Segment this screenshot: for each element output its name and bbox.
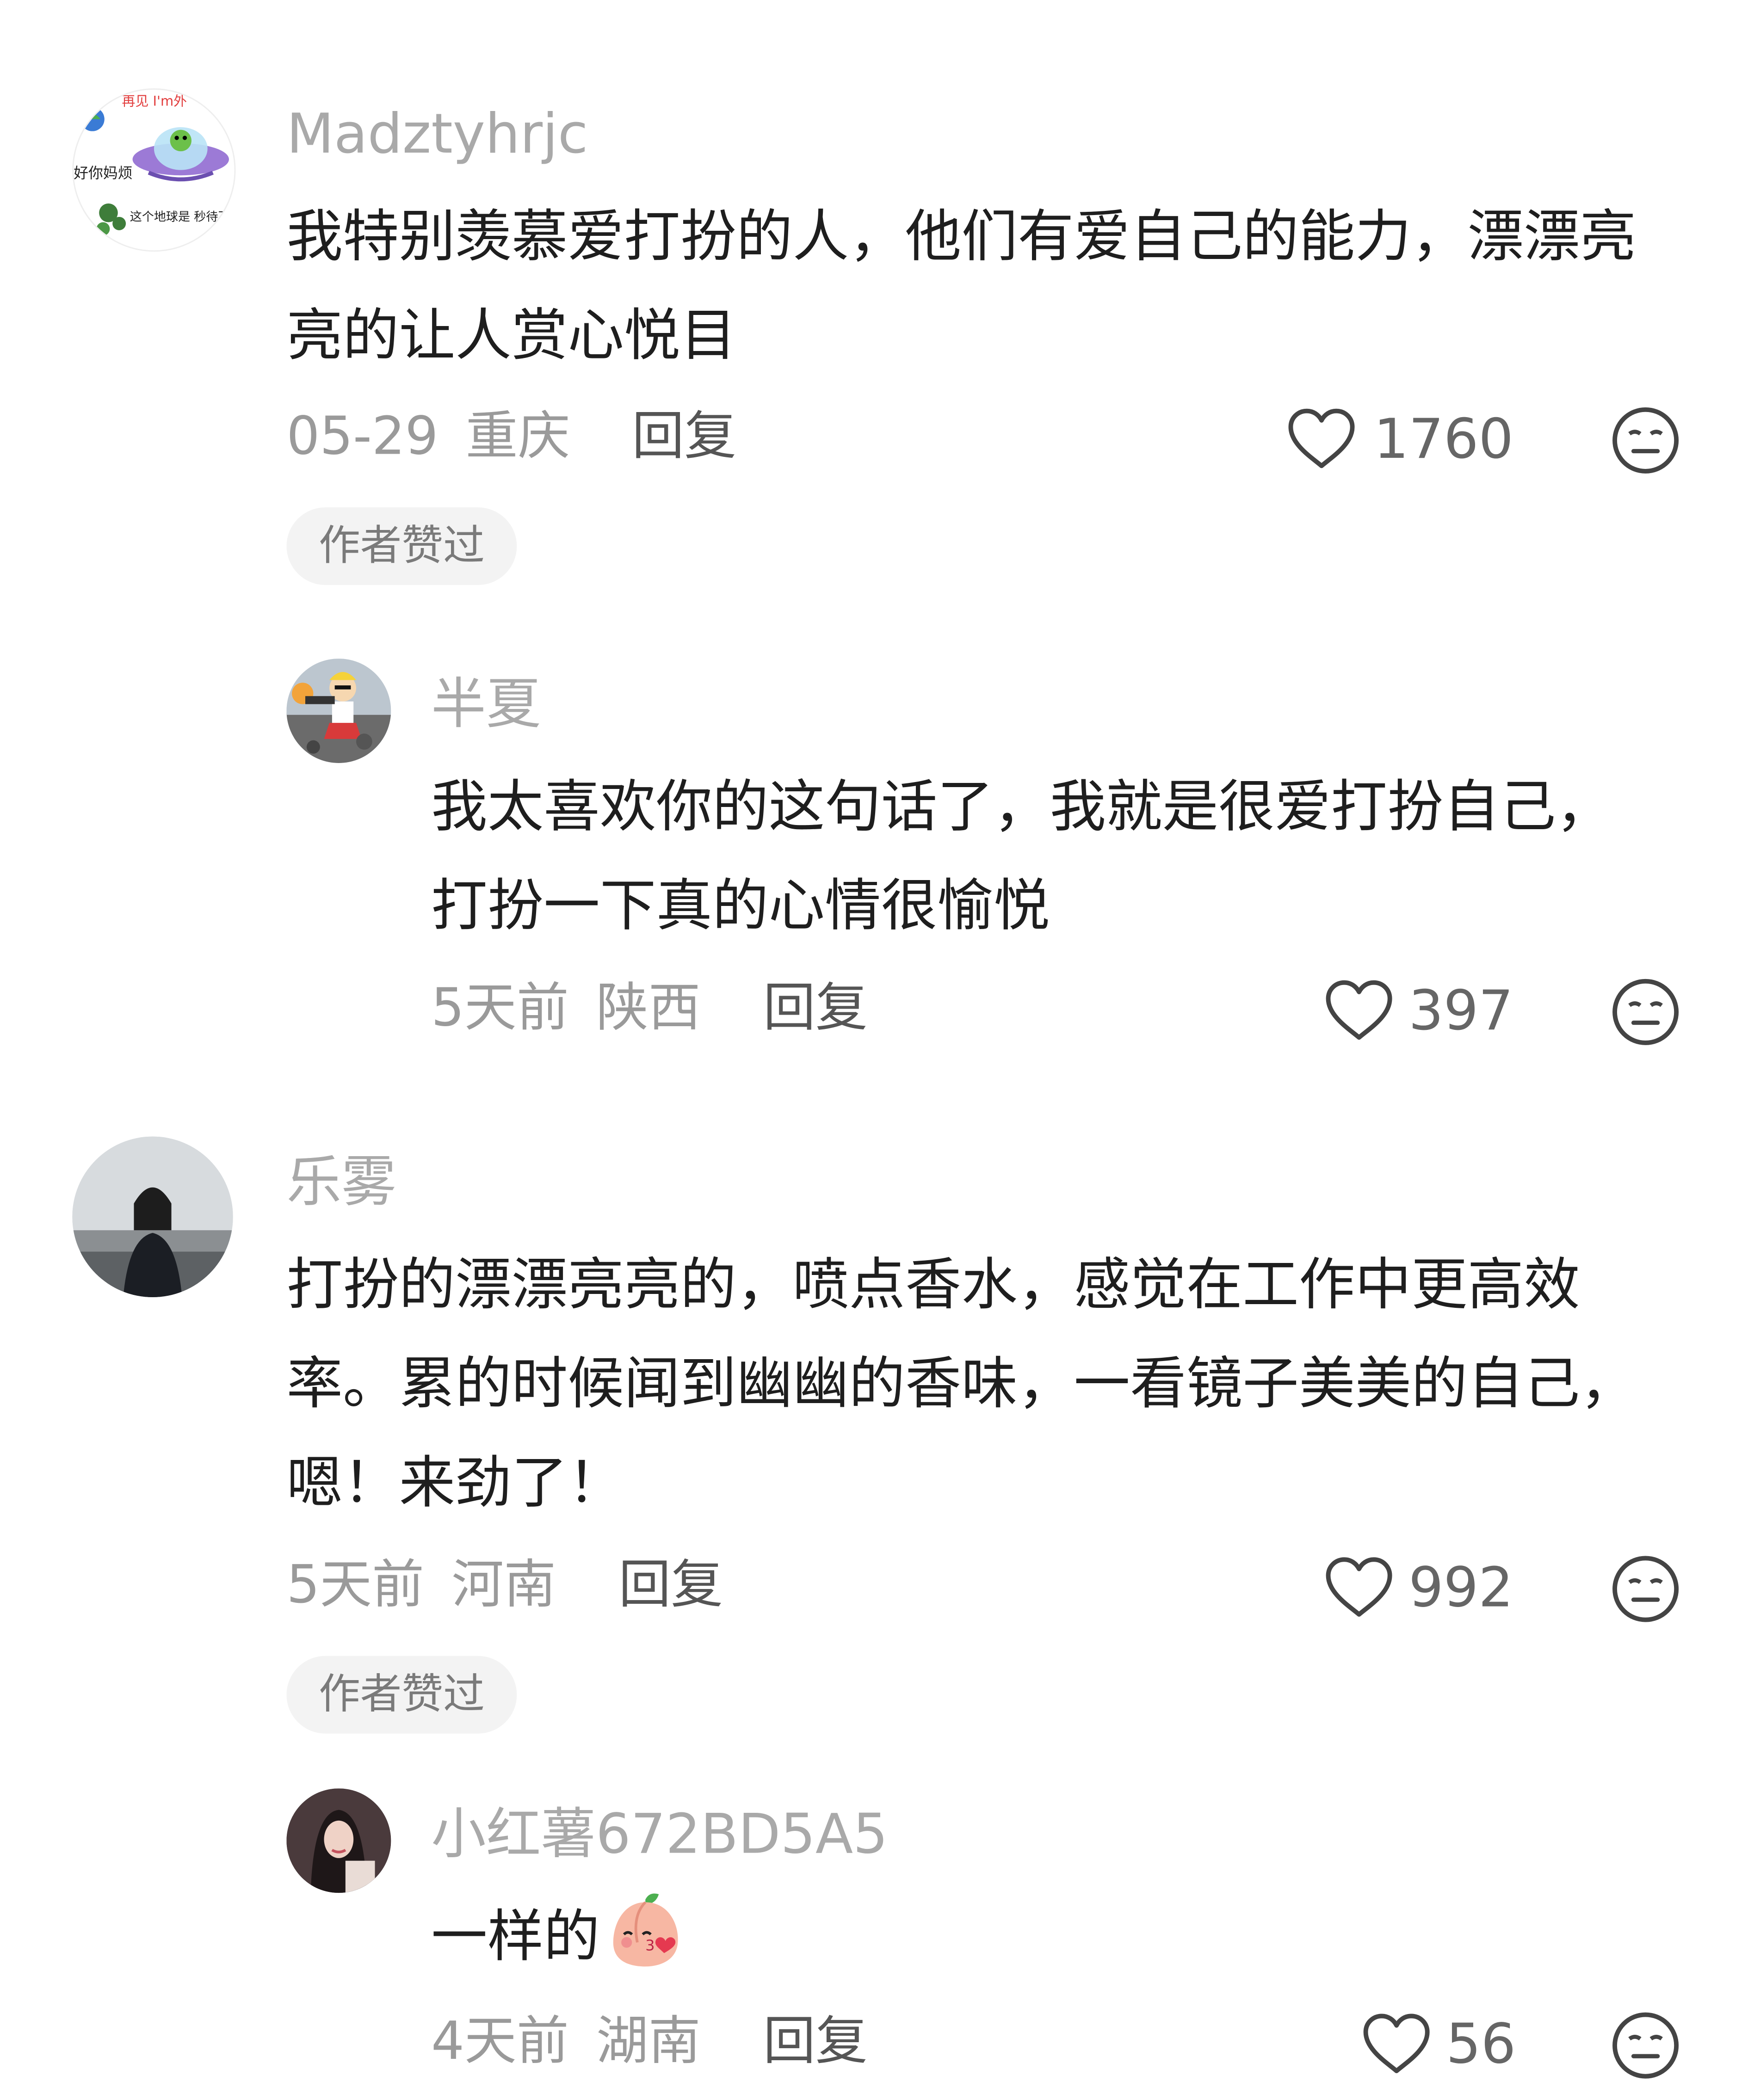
avatar[interactable]: 再见 I'm外 好你妈烦 这个地球是 秒待不下: [72, 88, 236, 252]
comment-date: 05-29: [286, 406, 438, 468]
username[interactable]: 乐雾: [286, 1155, 396, 1210]
reply-date: 5天前: [431, 979, 569, 1039]
like-count: 1760: [1373, 406, 1514, 471]
avatar-portrait-image: [286, 1788, 391, 1893]
dislike-button[interactable]: [1609, 2009, 1681, 2082]
neutral-face-icon: [1612, 2012, 1679, 2079]
avatar-portrait-image: [72, 1136, 233, 1297]
avatar[interactable]: [286, 1788, 391, 1893]
avatar-ufo-image: 再见 I'm外 好你妈烦 这个地球是 秒待不下: [74, 93, 235, 236]
reply-location: 陕西: [596, 979, 701, 1039]
svg-text:好你妈烦: 好你妈烦: [74, 164, 132, 182]
like-button[interactable]: 397: [1323, 976, 1524, 1046]
author-liked-badge: 作者赞过: [286, 1656, 517, 1734]
comment-location: 河南: [451, 1555, 556, 1616]
avatar-cartoon-image: [286, 659, 391, 763]
comment-meta: 05-29 重庆: [286, 411, 570, 463]
dislike-button[interactable]: [1609, 976, 1681, 1048]
like-button[interactable]: 1760: [1285, 404, 1526, 474]
avatar[interactable]: [286, 659, 391, 763]
comment-meta: 5天前 河南: [286, 1559, 556, 1612]
like-button[interactable]: 992: [1323, 1553, 1524, 1623]
like-button[interactable]: 56: [1360, 2009, 1534, 2079]
reply-text-content: 一样的: [431, 1903, 600, 1970]
dislike-button[interactable]: [1609, 404, 1681, 476]
username[interactable]: 半夏: [431, 677, 541, 733]
heart-outline-icon: [1288, 408, 1355, 468]
comment-thread: 再见 I'm外 好你妈烦 这个地球是 秒待不下 Madztyhrjc 我特别羡慕…: [0, 0, 1754, 2099]
reply-text: 一样的 3: [431, 1888, 1636, 1987]
heart-outline-icon: [1363, 2014, 1430, 2074]
reply-location: 湖南: [596, 2012, 701, 2072]
comment-text: 打扮的漂漂亮亮的，喷点香水，感觉在工作中更高效率。累的时候闻到幽幽的香味，一看镜…: [286, 1251, 1637, 1515]
neutral-face-icon: [1612, 979, 1679, 1045]
comment-location: 重庆: [465, 406, 570, 468]
neutral-face-icon: [1612, 407, 1679, 474]
heart-outline-icon: [1326, 980, 1392, 1040]
avatar[interactable]: [72, 1136, 233, 1297]
neutral-face-icon: [1612, 1556, 1679, 1622]
username[interactable]: 小红薯672BD5A5: [431, 1806, 888, 1862]
reply-button[interactable]: 回复: [618, 1559, 723, 1612]
comment-text: 我特别羡慕爱打扮的人，他们有爱自己的能力，漂漂亮亮的让人赏心悦目: [286, 203, 1637, 369]
heart-outline-icon: [1326, 1557, 1392, 1617]
comment-date: 5天前: [286, 1555, 425, 1616]
author-liked-badge: 作者赞过: [286, 507, 517, 585]
reply-meta: 5天前 陕西: [431, 983, 701, 1035]
like-count: 56: [1446, 2012, 1516, 2076]
peach-kiss-emoji: 3: [613, 1893, 678, 1967]
dislike-button[interactable]: [1609, 1553, 1681, 1625]
reply-meta: 4天前 湖南: [431, 2016, 701, 2068]
reply-date: 4天前: [431, 2012, 569, 2072]
svg-text:这个地球是 秒待不下: 这个地球是 秒待不下: [130, 210, 235, 224]
reply-button[interactable]: 回复: [763, 2016, 868, 2068]
like-count: 397: [1408, 979, 1513, 1043]
like-count: 992: [1408, 1555, 1513, 1620]
svg-text:再见 I'm外: 再见 I'm外: [122, 93, 187, 109]
username[interactable]: Madztyhrjc: [286, 106, 588, 162]
reply-button[interactable]: 回复: [763, 983, 868, 1035]
reply-button[interactable]: 回复: [632, 411, 736, 463]
reply-text: 我太喜欢你的这句话了，我就是很爱打扮自己，打扮一下真的心情很愉悦: [431, 774, 1612, 939]
svg-text:3: 3: [645, 1937, 655, 1954]
